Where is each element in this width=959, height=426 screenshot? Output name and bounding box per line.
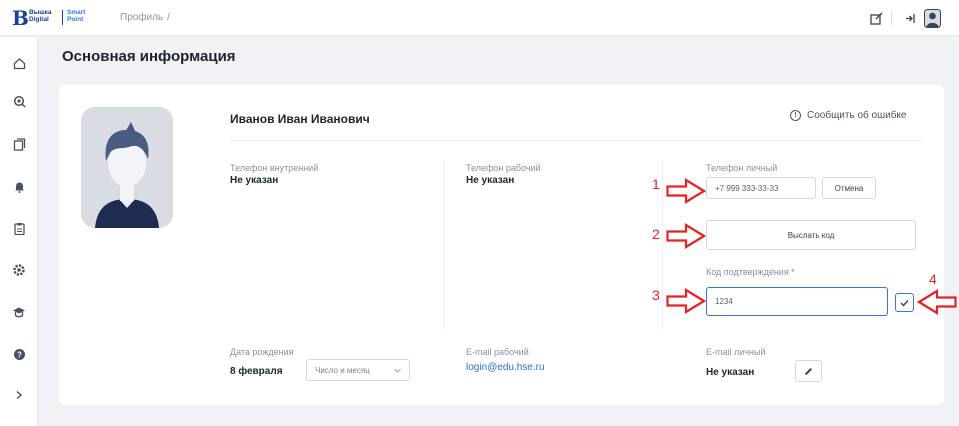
info-icon: !	[790, 110, 801, 121]
phone-internal-value: Не указан	[230, 175, 279, 186]
chevron-down-icon	[394, 368, 401, 373]
sidebar: ?	[0, 37, 38, 426]
annotation-number-3: 3	[652, 287, 660, 303]
logo-text-smart-point: Smart Point	[67, 9, 85, 23]
logo-line4: Point	[67, 16, 84, 23]
pencil-icon	[805, 367, 812, 375]
divider-vertical-2	[662, 160, 663, 330]
report-error-label: Сообщить об ошибке	[807, 110, 907, 121]
email-work-link[interactable]: login@edu.hse.ru	[466, 362, 545, 373]
phone-work-label: Телефон рабочий	[466, 163, 541, 173]
search-icon[interactable]	[11, 93, 27, 109]
clipboard-icon[interactable]	[11, 220, 27, 236]
bell-icon[interactable]	[11, 178, 27, 194]
email-work-label: E-mail рабочий	[466, 347, 529, 357]
cancel-button[interactable]: Отмена	[822, 177, 876, 199]
confirm-code-button[interactable]	[895, 293, 914, 312]
breadcrumb-profile[interactable]: Профиль	[120, 12, 163, 23]
annotation-number-2: 2	[652, 226, 660, 242]
logo-line2: Digital	[29, 16, 49, 23]
annotation-arrow-2	[666, 223, 706, 249]
logo-line3: Smart	[67, 9, 86, 16]
code-label: Код подтверждения *	[706, 267, 795, 277]
phone-personal-label: Телефон личный	[706, 163, 778, 173]
annotation-arrow-3	[666, 288, 706, 314]
top-divider	[891, 11, 892, 25]
phone-work-value: Не указан	[466, 175, 515, 186]
settings-icon[interactable]	[11, 262, 27, 278]
svg-text:?: ?	[17, 350, 22, 359]
top-bar: В Вышка Digital Smart Point Профиль /	[0, 0, 959, 36]
page-title: Основная информация	[62, 48, 236, 65]
logout-icon[interactable]	[902, 10, 918, 26]
checkmark-icon	[900, 299, 909, 307]
annotation-number-4: 4	[929, 271, 937, 287]
annotation-arrow-4	[917, 289, 957, 315]
phone-internal-label: Телефон внутренний	[230, 163, 319, 173]
report-error-link[interactable]: ! Сообщить об ошибке	[790, 110, 906, 121]
user-fullname: Иванов Иван Иванович	[230, 112, 370, 126]
edit-window-icon[interactable]	[868, 10, 884, 26]
user-avatar-icon[interactable]	[922, 8, 942, 28]
annotation-number-1: 1	[652, 176, 660, 192]
logo-line1: Вышка	[29, 9, 52, 16]
edit-email-button[interactable]	[795, 360, 822, 382]
breadcrumb: Профиль /	[120, 12, 170, 23]
home-icon[interactable]	[11, 55, 27, 71]
phone-personal-input[interactable]: +7 999 333-33-33	[706, 177, 816, 199]
divider-horizontal	[230, 140, 923, 141]
email-personal-label: E-mail личный	[706, 347, 766, 357]
divider-vertical-1	[443, 160, 444, 330]
email-personal-value: Не указан	[706, 367, 755, 378]
code-input[interactable]: 1234	[706, 287, 888, 316]
birth-date-value: 8 февраля	[230, 366, 283, 377]
avatar	[81, 107, 173, 228]
avatar-placeholder-icon	[81, 107, 173, 228]
education-icon[interactable]	[11, 304, 27, 320]
annotation-arrow-1	[666, 178, 706, 204]
birth-date-format-select[interactable]: Число и месяц	[306, 359, 410, 381]
expand-sidebar-icon[interactable]	[11, 387, 27, 403]
send-code-button[interactable]: Выслать код	[706, 220, 916, 250]
breadcrumb-separator: /	[167, 12, 170, 23]
help-icon[interactable]: ?	[11, 346, 27, 362]
hse-logo-icon[interactable]: В	[12, 8, 29, 28]
files-icon[interactable]	[11, 136, 27, 152]
logo-divider	[62, 10, 63, 25]
logo-text-hse: Вышка Digital	[29, 9, 52, 23]
birth-date-label: Дата рождения	[230, 347, 294, 357]
birth-date-format-value: Число и месяц	[315, 365, 370, 375]
